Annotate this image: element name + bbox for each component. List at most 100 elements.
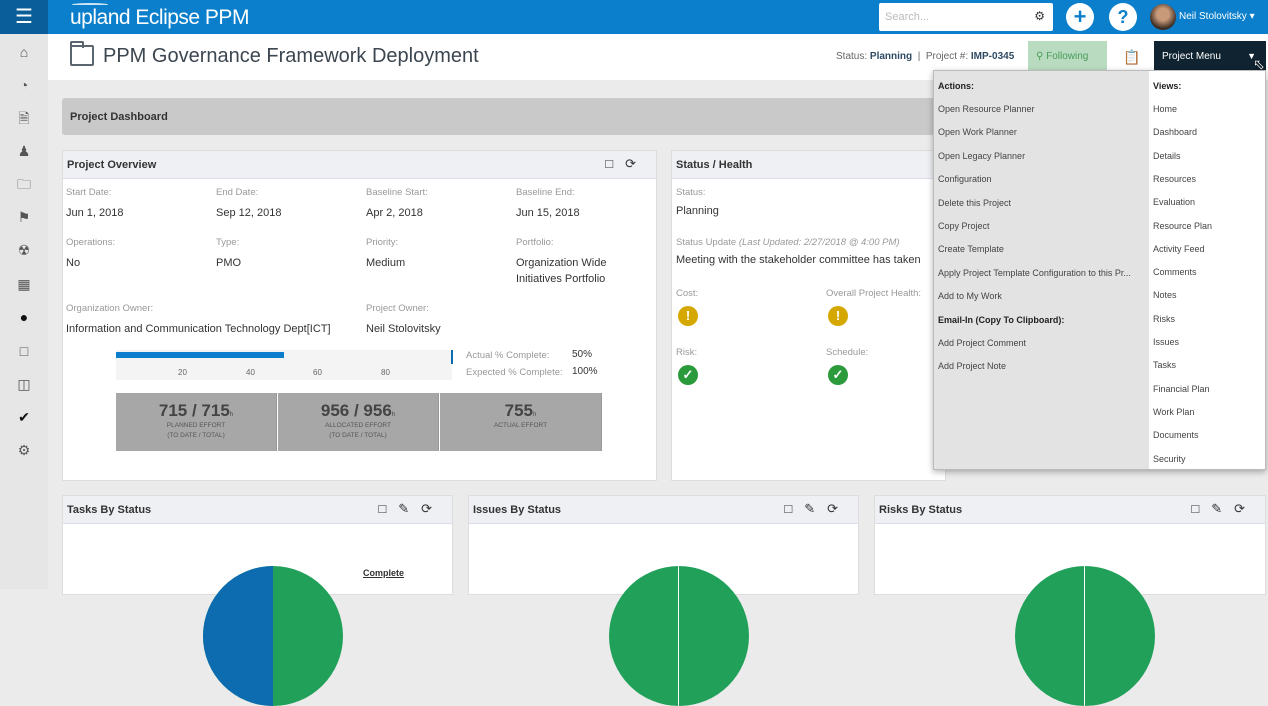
menu-action-item[interactable]: Create Template — [938, 244, 1146, 254]
panel-header: Risks By Status □✎⟳ — [875, 496, 1265, 524]
edit-icon[interactable]: ✎ — [398, 501, 421, 516]
menu-view-item[interactable]: Documents — [1153, 430, 1199, 440]
people-icon[interactable]: ♟ — [14, 141, 34, 161]
pie-divider — [1084, 566, 1085, 706]
report-icon[interactable]: ◫ — [14, 374, 34, 394]
menu-view-item[interactable]: Home — [1153, 104, 1177, 114]
tick-label: 20 — [178, 368, 187, 377]
field-label: Priority: — [366, 237, 399, 248]
project-status-line: Status: Planning | Project #: IMP-0345 — [836, 51, 1015, 62]
expected-marker — [451, 350, 453, 364]
menu-action-item[interactable]: Copy Project — [938, 221, 1146, 231]
menu-view-item[interactable]: Details — [1153, 151, 1181, 161]
menu-view-item[interactable]: Tasks — [1153, 360, 1176, 370]
folder-icon[interactable]: 🗀 — [14, 174, 34, 194]
field-value: PMO — [216, 257, 242, 269]
user-name: Neil Stolovitsky — [1179, 11, 1247, 22]
menu-action-item[interactable]: Open Resource Planner — [938, 104, 1146, 114]
menu-view-item[interactable]: Work Plan — [1153, 407, 1194, 417]
document-clock-icon[interactable]: 🗎 — [14, 108, 34, 128]
person-icon[interactable]: ● — [14, 307, 34, 327]
effort-value: 715 / 715h — [116, 401, 276, 421]
email-in-header: Email-In (Copy To Clipboard): — [938, 314, 1065, 325]
check-icon[interactable]: ✔ — [14, 407, 34, 427]
refresh-icon[interactable]: ⟳ — [625, 156, 648, 171]
menu-view-item[interactable]: Activity Feed — [1153, 244, 1205, 254]
menu-email-item[interactable]: Add Project Note — [938, 361, 1006, 371]
menu-view-item[interactable]: Issues — [1153, 337, 1179, 347]
maximize-icon[interactable]: □ — [1191, 501, 1211, 516]
field-label: Baseline Start: — [366, 187, 428, 198]
legend-complete[interactable]: Complete — [363, 568, 404, 578]
effort-unit: h — [229, 412, 234, 418]
menu-view-item[interactable]: Notes — [1153, 290, 1177, 300]
tick-label: 80 — [381, 368, 390, 377]
dashboard-icon[interactable]: ◔ — [14, 75, 34, 95]
menu-email-item[interactable]: Add Project Comment — [938, 338, 1026, 348]
actions-header: Actions: — [938, 81, 974, 91]
progress-fill — [116, 352, 284, 358]
refresh-icon[interactable]: ⟳ — [827, 501, 850, 516]
edit-icon[interactable]: ✎ — [804, 501, 827, 516]
menu-view-item[interactable]: Security — [1153, 454, 1186, 464]
menu-view-item[interactable]: Risks — [1153, 314, 1175, 324]
effort-number: 715 / 715 — [158, 401, 230, 420]
effort-label: ACTUAL EFFORT — [493, 422, 548, 429]
menu-view-item[interactable]: Resource Plan — [1153, 221, 1212, 231]
maximize-icon[interactable]: □ — [784, 501, 804, 516]
menu-icon[interactable]: ☰ — [0, 0, 48, 34]
field-value: Sep 12, 2018 — [216, 207, 282, 219]
pie-chart — [609, 566, 749, 706]
calculator-icon[interactable]: ▦ — [14, 274, 34, 294]
maximize-icon[interactable]: □ — [378, 501, 398, 516]
effort-sublabel: (TO DATE / TOTAL) — [329, 432, 387, 439]
widget-tasks-by-status: Tasks By Status □✎⟳ Complete — [62, 495, 453, 706]
user-menu[interactable]: Neil Stolovitsky ▾ — [1179, 11, 1255, 22]
following-button[interactable]: ⚲ Following — [1028, 41, 1107, 72]
maximize-icon[interactable]: □ — [605, 156, 625, 171]
app-logo[interactable]: upland Eclipse PPM — [70, 3, 249, 30]
refresh-icon[interactable]: ⟳ — [421, 501, 444, 516]
radiation-icon[interactable]: ☢ — [14, 240, 34, 260]
menu-action-item[interactable]: Apply Project Template Configuration to … — [938, 268, 1146, 278]
menu-view-item[interactable]: Dashboard — [1153, 127, 1197, 137]
add-icon[interactable]: + — [1066, 3, 1094, 31]
page-title: PPM Governance Framework Deployment — [103, 45, 479, 67]
field-value: Neil Stolovitsky — [366, 323, 441, 335]
menu-action-item[interactable]: Add to My Work — [938, 291, 1146, 301]
home-icon[interactable]: ⌂ — [14, 42, 34, 62]
refresh-icon[interactable]: ⟳ — [1234, 501, 1257, 516]
report-icon[interactable]: 📋 — [1123, 49, 1140, 66]
gear-icon[interactable]: ⚙ — [1034, 9, 1045, 23]
project-menu-button[interactable]: Project Menu ▼ — [1154, 41, 1266, 72]
effort-value: 755h — [440, 401, 601, 421]
expected-value: 100% — [572, 366, 598, 377]
edit-icon[interactable]: ✎ — [1211, 501, 1234, 516]
menu-action-item[interactable]: Open Work Planner — [938, 127, 1146, 137]
flag-icon[interactable]: ⚑ — [14, 207, 34, 227]
search-placeholder: Search... — [885, 11, 930, 23]
search-input[interactable]: Search... ⚙ — [879, 3, 1053, 31]
help-icon[interactable]: ? — [1109, 3, 1137, 31]
effort-number: 956 / 956 — [320, 401, 392, 420]
field-label: Project Owner: — [366, 303, 429, 314]
tick-label: 60 — [313, 368, 322, 377]
project-menu-dropdown: Actions: Open Resource Planner Open Work P… — [933, 70, 1266, 470]
effort-label: ALLOCATED EFFORT — [325, 422, 391, 429]
warning-icon: ! — [828, 306, 848, 326]
field-label: Type: — [216, 237, 240, 248]
note-icon[interactable]: □ — [14, 341, 34, 361]
field-value: Jun 15, 2018 — [516, 207, 580, 219]
menu-view-item[interactable]: Financial Plan — [1153, 384, 1210, 394]
widget-risks-by-status: Risks By Status □✎⟳ — [874, 495, 1266, 706]
status-value: Planning — [676, 205, 719, 217]
menu-view-item[interactable]: Comments — [1153, 267, 1197, 277]
menu-view-item[interactable]: Evaluation — [1153, 197, 1195, 207]
gear-icon[interactable]: ⚙ — [14, 440, 34, 460]
menu-action-item[interactable]: Configuration — [938, 174, 1146, 184]
menu-action-item[interactable]: Open Legacy Planner — [938, 151, 1146, 161]
menu-action-item[interactable]: Delete this Project — [938, 198, 1146, 208]
avatar[interactable] — [1150, 4, 1176, 30]
menu-view-item[interactable]: Resources — [1153, 174, 1196, 184]
field-value: Medium — [366, 257, 406, 269]
